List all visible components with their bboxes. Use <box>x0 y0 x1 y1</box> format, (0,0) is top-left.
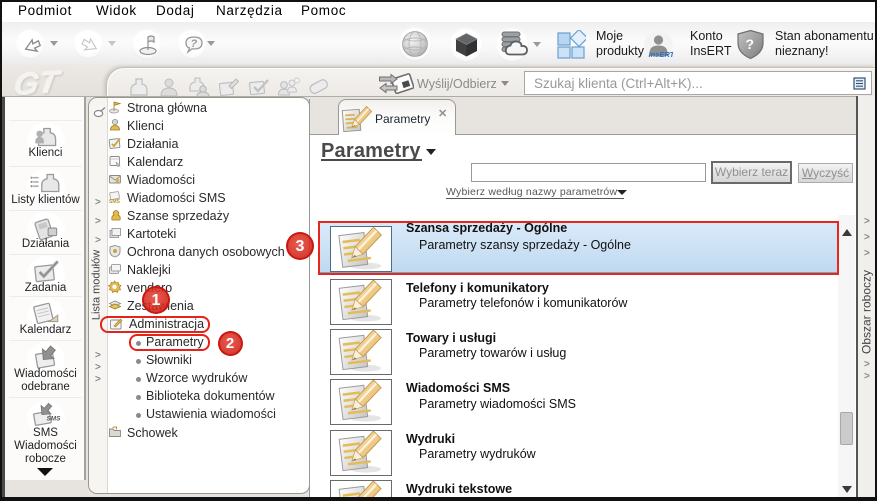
svg-text:SMS: SMS <box>47 415 62 422</box>
svg-text:InsERT: InsERT <box>649 50 674 59</box>
svg-text:?: ? <box>191 38 198 50</box>
svg-text:?: ? <box>746 36 755 52</box>
svg-text:SMS: SMS <box>109 199 121 204</box>
